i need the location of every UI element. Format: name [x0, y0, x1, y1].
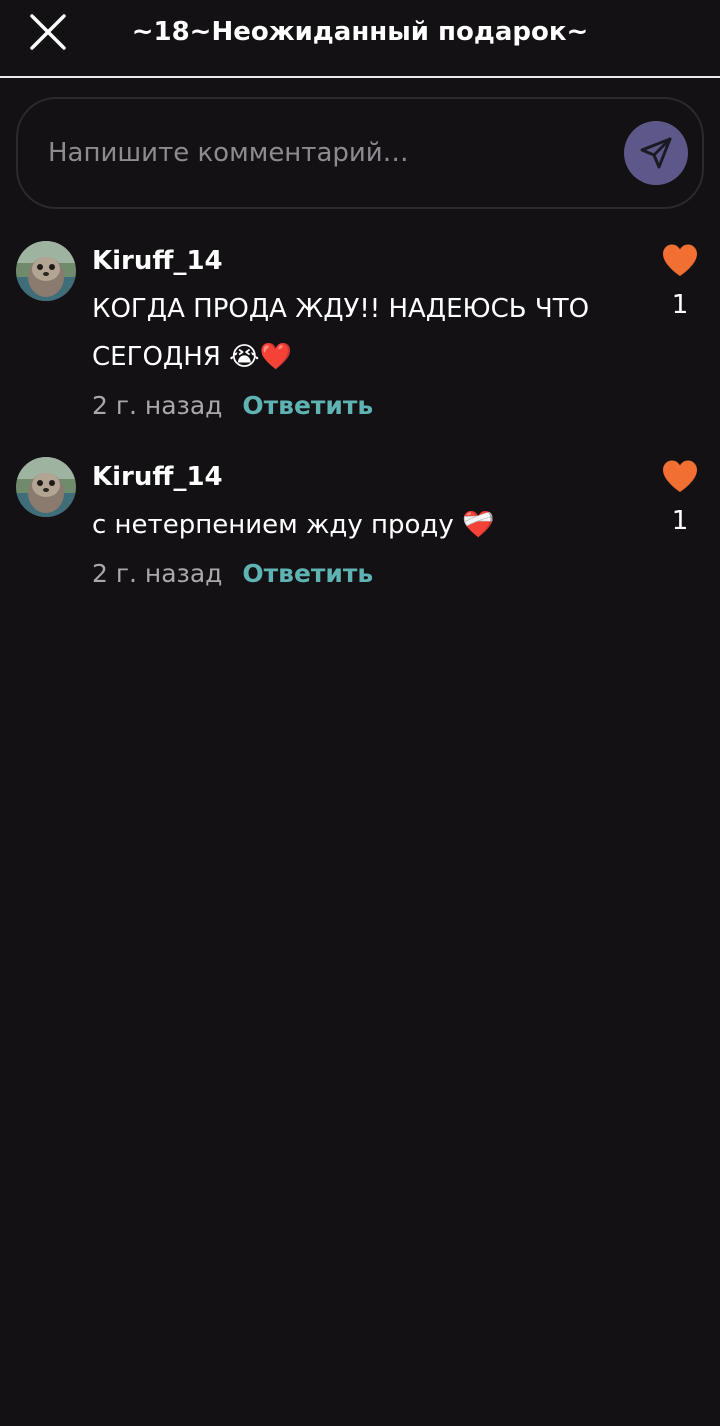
like-button[interactable]: 1: [656, 243, 704, 321]
reply-button[interactable]: Ответить: [242, 391, 373, 420]
close-button[interactable]: [26, 10, 70, 54]
comment-meta: 2 г. назад Ответить: [92, 386, 373, 426]
reply-button[interactable]: Ответить: [242, 559, 373, 588]
comment-time: 2 г. назад: [92, 559, 223, 588]
like-button[interactable]: 1: [656, 459, 704, 537]
header: ~18~Неожиданный подарок~: [0, 0, 720, 78]
like-count: 1: [671, 506, 689, 536]
close-icon: [26, 10, 70, 54]
comment-composer: [16, 97, 704, 209]
comments-screen: ~18~Неожиданный подарок~ Напишите коммен…: [0, 0, 720, 1426]
heart-icon: [656, 459, 704, 493]
comment-text: КОГДА ПРОДА ЖДУ!! НАДЕЮСЬ ЧТО СЕГОДНЯ 😭❤…: [92, 294, 590, 372]
heart-icon: [656, 243, 704, 277]
comment-time: 2 г. назад: [92, 391, 223, 420]
comment-username[interactable]: Kiruff_14: [92, 241, 223, 281]
avatar[interactable]: [16, 457, 76, 517]
comment-input[interactable]: [48, 125, 588, 181]
comment-meta: 2 г. назад Ответить: [92, 554, 373, 594]
page-title: ~18~Неожиданный подарок~: [131, 17, 589, 47]
comment-username[interactable]: Kiruff_14: [92, 457, 223, 497]
like-count: 1: [671, 290, 689, 320]
comment-text: с нетерпением жду проду ❤️‍🩹: [92, 510, 495, 540]
send-button[interactable]: [624, 121, 688, 185]
comment-item: Kiruff_14 КОГДА ПРОДА ЖДУ!! НАДЕЮСЬ ЧТО …: [0, 241, 720, 431]
comment-item: Kiruff_14 с нетерпением жду проду ❤️‍🩹 2…: [0, 457, 720, 597]
avatar[interactable]: [16, 241, 76, 301]
